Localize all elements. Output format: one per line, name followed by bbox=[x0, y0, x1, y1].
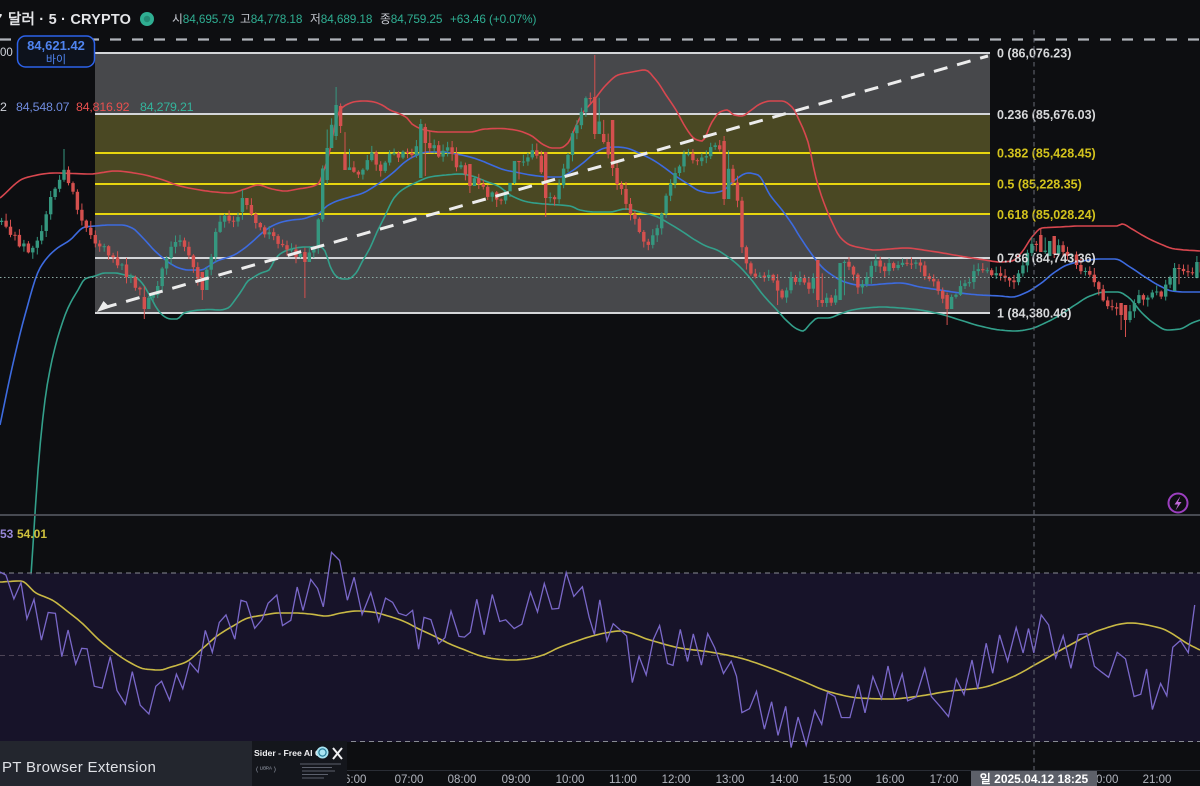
svg-text:0.5 (85,228.35): 0.5 (85,228.35) bbox=[997, 178, 1082, 192]
svg-text:달러 · 5 · CRYPTO: 달러 · 5 · CRYPTO bbox=[8, 10, 131, 28]
svg-text:17:00: 17:00 bbox=[930, 774, 959, 786]
svg-text:15:00: 15:00 bbox=[823, 774, 852, 786]
svg-text:53: 53 bbox=[0, 527, 14, 541]
svg-text:21:00: 21:00 bbox=[1143, 774, 1172, 786]
svg-text:PT Browser Extension: PT Browser Extension bbox=[2, 759, 156, 776]
svg-text:시84,695.79: 시84,695.79 bbox=[172, 12, 234, 26]
svg-text:14:00: 14:00 bbox=[770, 774, 799, 786]
svg-text:0.236 (85,676.03): 0.236 (85,676.03) bbox=[997, 108, 1096, 122]
svg-text:00: 00 bbox=[0, 47, 13, 59]
svg-text:저84,689.18: 저84,689.18 bbox=[310, 12, 373, 26]
svg-text:( ᴸᴵᴮᴿᴬ ): ( ᴸᴵᴮᴿᴬ ) bbox=[256, 765, 276, 773]
svg-text:일 2025.04.12 18:25: 일 2025.04.12 18:25 bbox=[980, 772, 1089, 786]
svg-text:바이: 바이 bbox=[46, 53, 66, 66]
svg-text:84,279.21: 84,279.21 bbox=[140, 100, 194, 114]
svg-text:84,621.42: 84,621.42 bbox=[27, 38, 85, 53]
svg-text:0.382 (85,428.45): 0.382 (85,428.45) bbox=[997, 147, 1096, 161]
svg-text:0.618 (85,028.24): 0.618 (85,028.24) bbox=[997, 208, 1096, 222]
svg-text:07:00: 07:00 bbox=[395, 774, 424, 786]
svg-text:7: 7 bbox=[0, 11, 2, 28]
svg-text:13:00: 13:00 bbox=[716, 774, 745, 786]
svg-text:+63.46 (+0.07%): +63.46 (+0.07%) bbox=[450, 12, 537, 26]
svg-text:84,816.92: 84,816.92 bbox=[76, 100, 130, 114]
svg-text:2: 2 bbox=[0, 100, 7, 114]
svg-text:Sider - Free AI C: Sider - Free AI C bbox=[254, 748, 322, 758]
svg-text:고84,778.18: 고84,778.18 bbox=[240, 12, 303, 26]
svg-text:54.01: 54.01 bbox=[17, 527, 47, 541]
svg-text:0.786 (84,743.36): 0.786 (84,743.36) bbox=[997, 252, 1096, 266]
svg-text:11:00: 11:00 bbox=[609, 774, 637, 786]
svg-text:16:00: 16:00 bbox=[876, 774, 905, 786]
svg-text:08:00: 08:00 bbox=[448, 774, 477, 786]
svg-text:09:00: 09:00 bbox=[502, 774, 531, 786]
svg-text:84,548.07: 84,548.07 bbox=[16, 100, 70, 114]
svg-text:종84,759.25: 종84,759.25 bbox=[380, 12, 443, 26]
svg-text:12:00: 12:00 bbox=[662, 774, 691, 786]
svg-text:10:00: 10:00 bbox=[556, 774, 585, 786]
